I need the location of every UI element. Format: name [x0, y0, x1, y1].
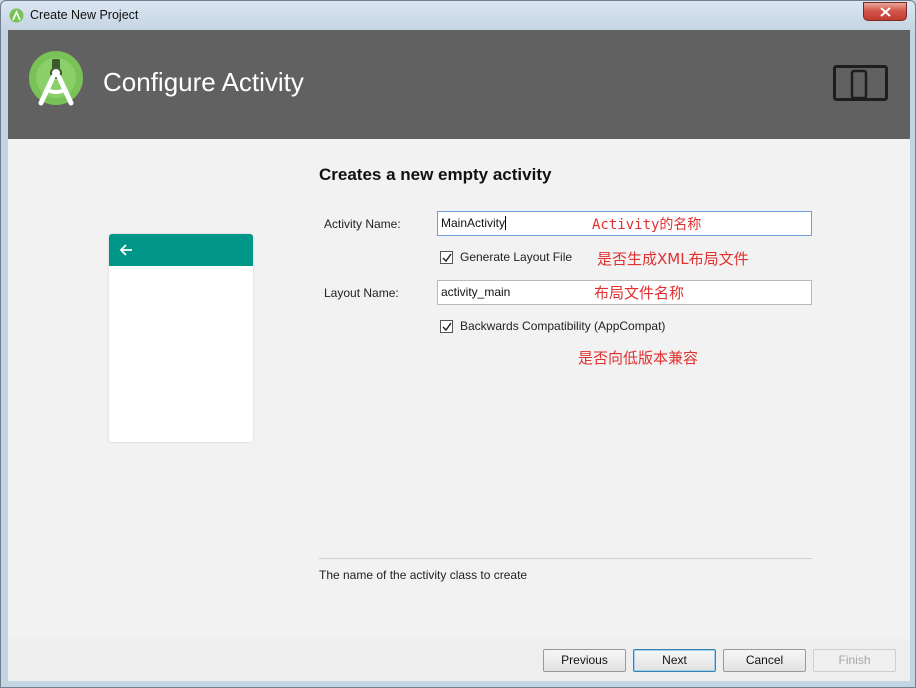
- generate-layout-checkbox[interactable]: [440, 250, 453, 264]
- preview-toolbar: [109, 234, 253, 266]
- window-close-button[interactable]: [863, 2, 907, 21]
- android-studio-logo-icon: [29, 51, 83, 106]
- backwards-compat-checkbox[interactable]: [440, 319, 453, 333]
- create-project-window: Create New Project Configure Activity Cr…: [0, 0, 916, 688]
- phone-tablet-icon: [833, 65, 888, 101]
- field-hint-text: The name of the activity class to create: [319, 568, 528, 582]
- generate-layout-row[interactable]: Generate Layout File: [440, 250, 572, 264]
- activity-name-annotation: Activity的名称: [592, 217, 702, 233]
- activity-preview: [109, 234, 253, 442]
- activity-name-value: MainActivity: [441, 216, 506, 230]
- title-bar[interactable]: Create New Project: [1, 1, 915, 30]
- dialog-title: Configure Activity: [103, 67, 304, 97]
- layout-name-value: activity_main: [441, 285, 511, 299]
- arrow-left-icon: [119, 244, 132, 256]
- dialog-header: Configure Activity: [8, 30, 910, 139]
- backwards-compat-label: Backwards Compatibility (AppCompat): [460, 319, 666, 333]
- layout-name-annotation: 布局文件名称: [594, 284, 685, 302]
- backwards-compat-annotation: 是否向低版本兼容: [578, 349, 699, 367]
- checkmark-icon: [442, 322, 452, 331]
- section-title: Creates a new empty activity: [319, 165, 552, 184]
- checkmark-icon: [442, 253, 452, 262]
- layout-name-label: Layout Name:: [324, 286, 399, 300]
- text-caret: [505, 216, 507, 230]
- dialog-client-area: Configure Activity Creates a new empty a…: [8, 30, 910, 681]
- generate-layout-label: Generate Layout File: [460, 250, 573, 264]
- hint-divider: [319, 558, 812, 559]
- generate-layout-annotation: 是否生成XML布局文件: [597, 250, 749, 268]
- activity-name-label: Activity Name:: [324, 217, 401, 231]
- dialog-body: Creates a new empty activity Activity Na…: [8, 139, 910, 639]
- close-icon: [880, 7, 891, 17]
- cancel-button[interactable]: Cancel: [723, 649, 806, 672]
- backwards-compat-row[interactable]: Backwards Compatibility (AppCompat): [440, 319, 665, 333]
- android-studio-app-icon: [9, 8, 24, 23]
- next-button[interactable]: Next: [633, 649, 716, 672]
- window-title: Create New Project: [30, 8, 139, 22]
- previous-button[interactable]: Previous: [543, 649, 626, 672]
- finish-button[interactable]: Finish: [813, 649, 896, 672]
- dialog-footer: Previous Next Cancel Finish: [8, 639, 910, 681]
